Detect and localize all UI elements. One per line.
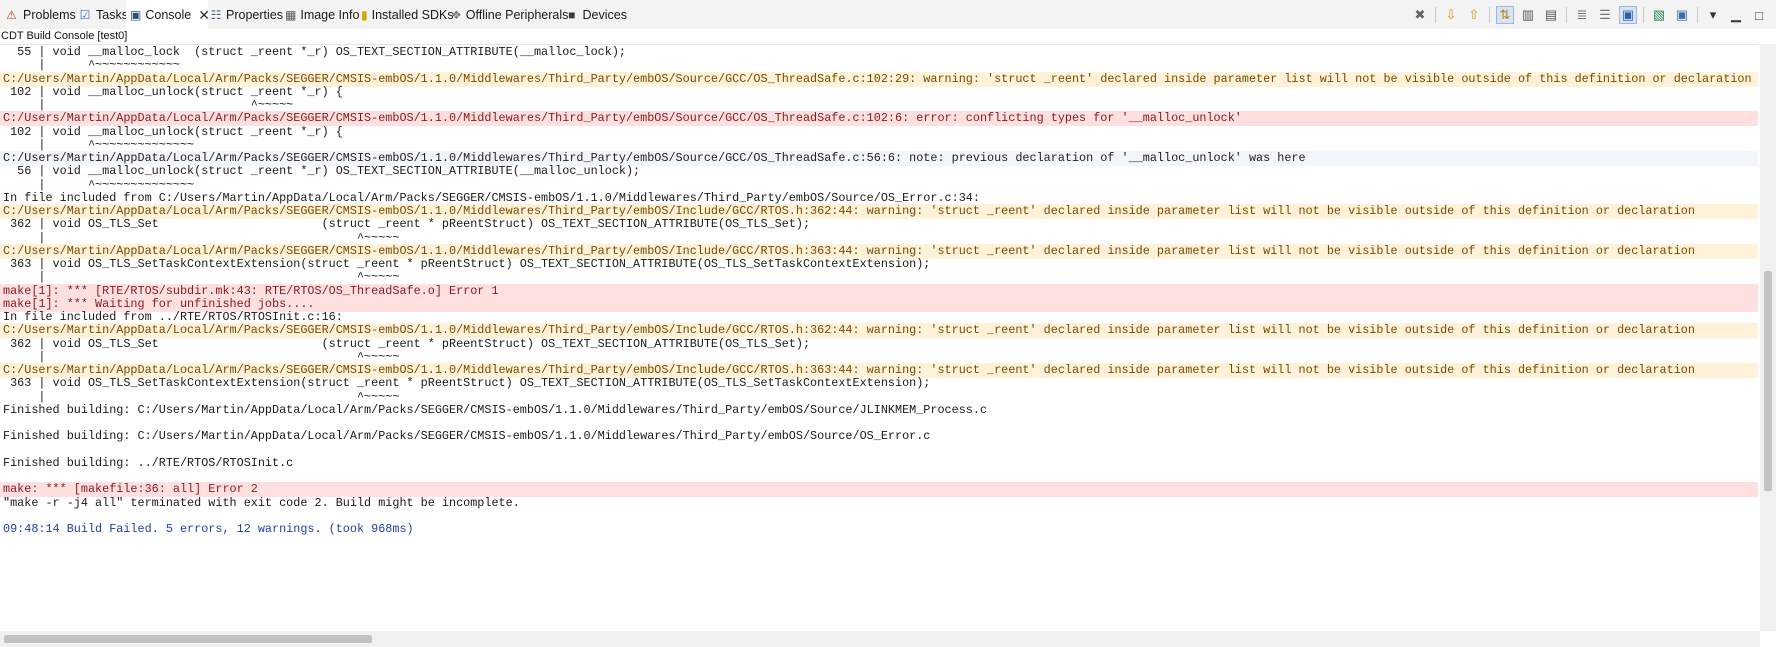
toolbar-separator — [1435, 7, 1436, 23]
tab-tasks[interactable]: ☑ Tasks — [74, 0, 128, 30]
show-errors-only-icon[interactable]: ⇅ — [1496, 6, 1514, 24]
tab-installed-sdks[interactable]: ▮ Installed SDKs — [357, 0, 454, 30]
tab-label: Problems — [23, 8, 76, 22]
tab-label: Properties — [226, 8, 283, 22]
previous-error-icon[interactable]: ⇧ — [1465, 6, 1483, 24]
console-toolbar: ✖ ⇩ ⇧ ⇅ ▥ ▤ ≣ ☰ ▣ ▧ ▣ ▾ ▁ □ — [1406, 4, 1768, 26]
view-tab-bar: ⚠ Problems ☑ Tasks ▣ Console ✕ ☷ Properties ▦ Imag… — [0, 0, 1776, 30]
copy-build-log-icon[interactable]: ≣ — [1573, 6, 1591, 24]
image-info-icon: ▦ — [285, 8, 297, 22]
tab-label: Installed SDKs — [371, 8, 454, 22]
tab-devices[interactable]: ■ Devices — [561, 0, 627, 30]
console-output[interactable]: 55 | void __malloc_lock (struct _reent *… — [0, 44, 1758, 632]
toolbar-separator — [1643, 7, 1644, 23]
console-icon: ▣ — [130, 8, 142, 22]
properties-icon: ☷ — [210, 8, 222, 22]
tab-image-info[interactable]: ▦ Image Info — [281, 0, 359, 30]
devices-icon: ■ — [568, 8, 576, 22]
open-console-icon[interactable]: ▧ — [1650, 6, 1668, 24]
tab-label: Image Info — [300, 8, 360, 22]
view-menu-icon[interactable]: ▾ — [1704, 6, 1722, 24]
tasks-icon: ☑ — [79, 8, 91, 22]
console-title: CDT Build Console [test0] — [0, 29, 1776, 43]
toolbar-separator — [1566, 7, 1567, 23]
horizontal-scrollbar[interactable] — [0, 631, 1760, 647]
vertical-scrollbar[interactable] — [1760, 44, 1776, 631]
toolbar-separator — [1489, 7, 1490, 23]
scroll-lock-icon[interactable]: ▥ — [1519, 6, 1537, 24]
tab-properties[interactable]: ☷ Properties — [206, 0, 283, 30]
toolbar-separator — [1697, 7, 1698, 23]
display-selected-console-icon[interactable]: ▣ — [1619, 6, 1637, 24]
offline-peripherals-icon: ❖ — [451, 8, 462, 22]
next-error-icon[interactable]: ⇩ — [1442, 6, 1460, 24]
maximize-icon[interactable]: □ — [1750, 6, 1768, 24]
tab-label: Devices — [582, 8, 627, 22]
word-wrap-icon[interactable]: ▤ — [1542, 6, 1560, 24]
tab-problems[interactable]: ⚠ Problems — [0, 0, 76, 30]
tab-label: Console — [145, 8, 192, 22]
horizontal-scroll-thumb[interactable] — [4, 635, 372, 643]
problems-icon: ⚠ — [6, 8, 17, 22]
tab-offline-peripherals[interactable]: ❖ Offline Peripherals — [447, 0, 568, 30]
pin-console-icon[interactable]: ☰ — [1596, 6, 1614, 24]
new-console-view-icon[interactable]: ▣ — [1673, 6, 1691, 24]
tab-label: Tasks — [96, 8, 128, 22]
vertical-scroll-thumb[interactable] — [1764, 270, 1772, 491]
clear-console-icon[interactable]: ✖ — [1411, 6, 1429, 24]
tab-label: Offline Peripherals — [465, 8, 569, 22]
tab-console[interactable]: ▣ Console ✕ — [126, 0, 210, 30]
minimize-icon[interactable]: ▁ — [1727, 6, 1745, 24]
build-status-line: 09:48:14 Build Failed. 5 errors, 12 warn… — [3, 522, 414, 536]
installed-sdks-icon: ▮ — [361, 8, 368, 22]
